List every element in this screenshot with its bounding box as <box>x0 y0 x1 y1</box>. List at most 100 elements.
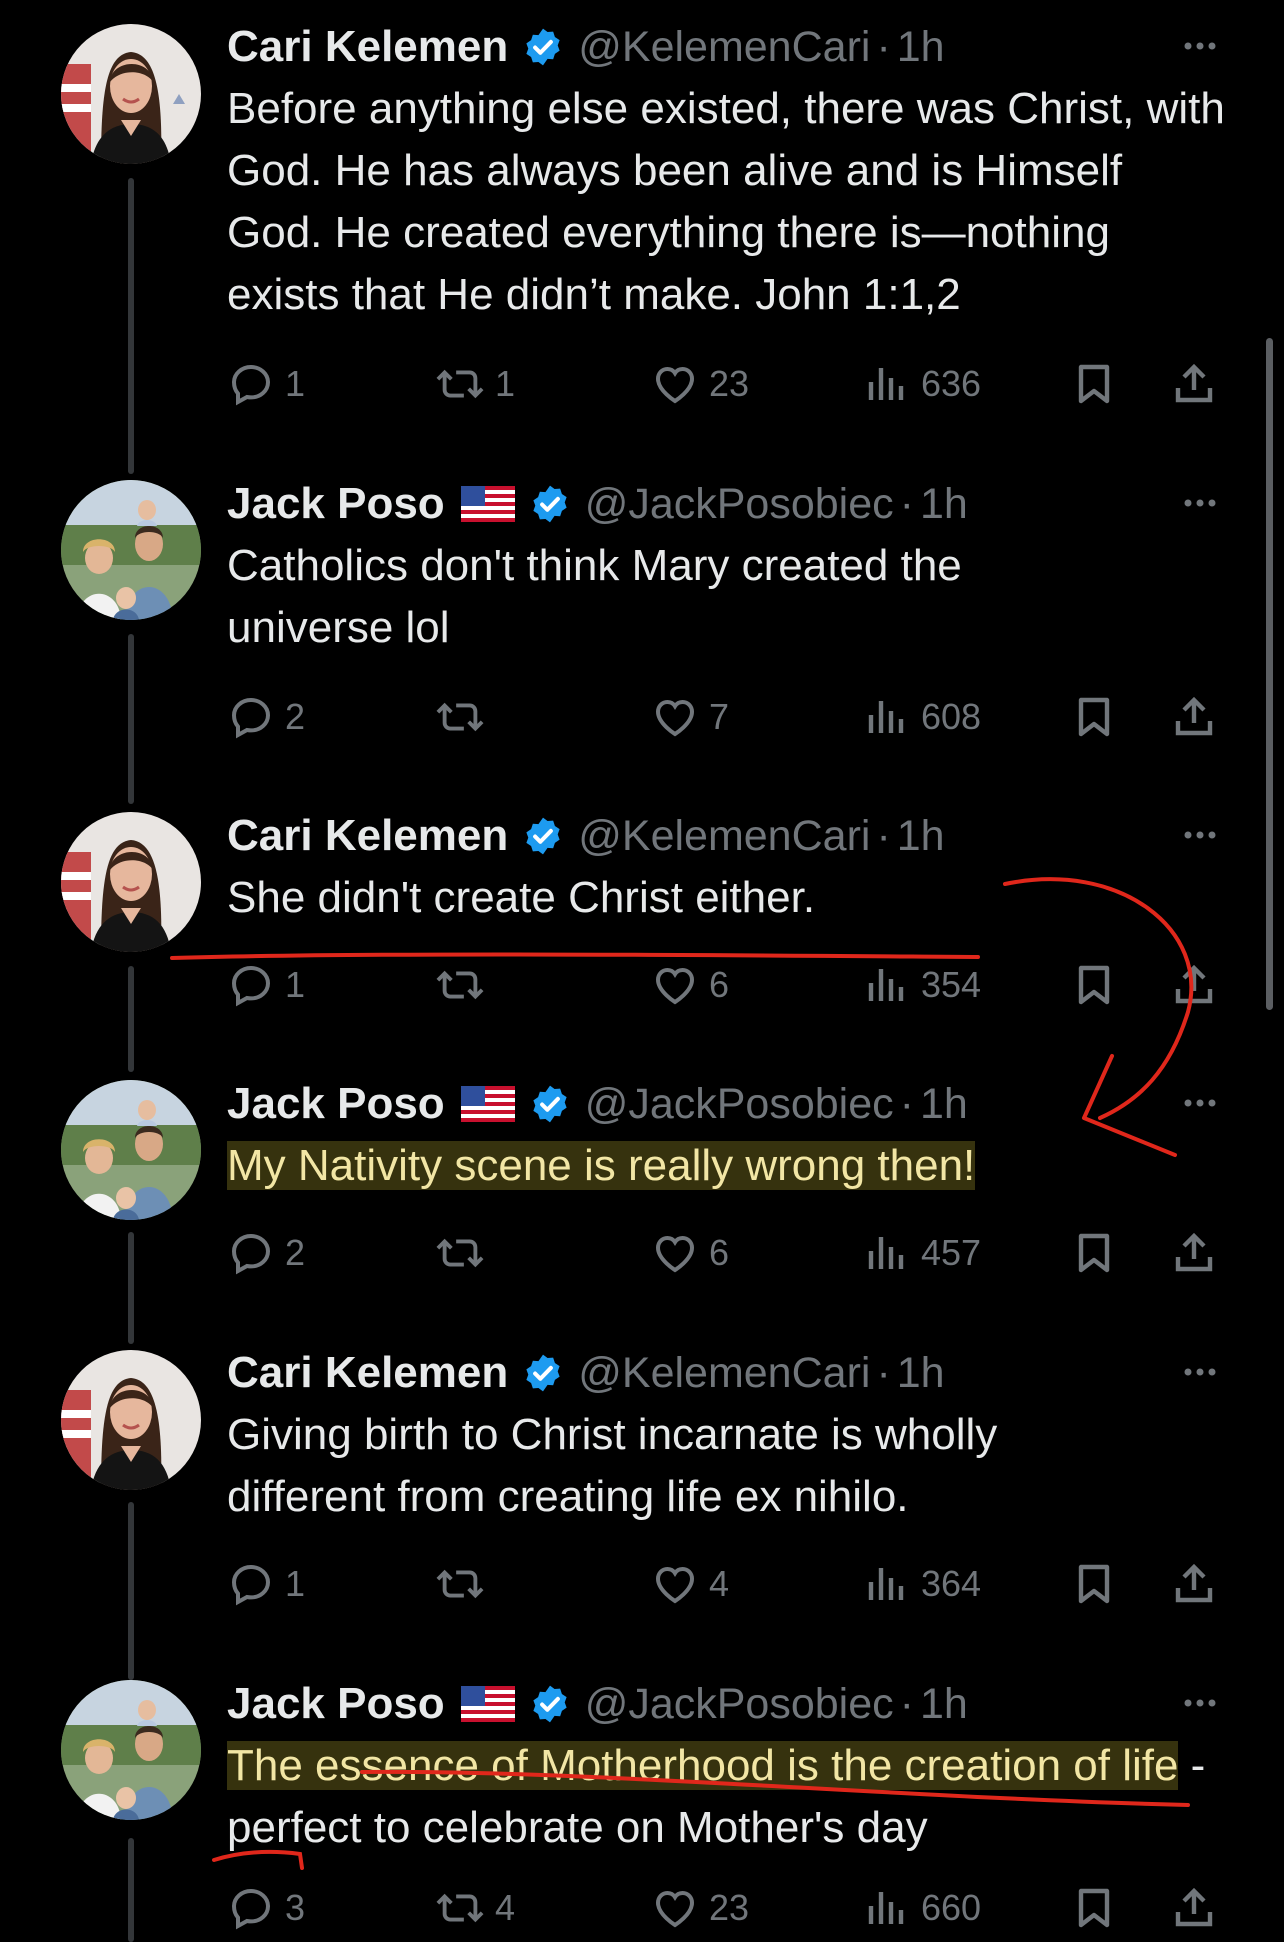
scrollbar[interactable] <box>1266 338 1273 1010</box>
thread-connector <box>128 966 134 1072</box>
share-button[interactable] <box>1170 1223 1218 1283</box>
views-button[interactable]: 636 <box>863 354 981 414</box>
like-count: 6 <box>709 1232 730 1273</box>
like-count: 6 <box>709 964 730 1005</box>
more-icon[interactable] <box>1180 1352 1220 1397</box>
reply-button[interactable]: 1 <box>227 955 305 1015</box>
bookmark-button[interactable] <box>1070 354 1118 414</box>
timestamp[interactable]: 1h <box>897 812 945 861</box>
like-button[interactable]: 6 <box>651 1223 729 1283</box>
reply-button[interactable]: 3 <box>227 1878 305 1938</box>
timestamp[interactable]: 1h <box>897 1349 945 1398</box>
repost-button[interactable] <box>435 1223 495 1283</box>
timestamp[interactable]: 1h <box>920 1680 968 1729</box>
timestamp[interactable]: 1h <box>920 1080 968 1129</box>
more-icon[interactable] <box>1180 815 1220 860</box>
bookmark-button[interactable] <box>1070 1223 1118 1283</box>
bookmark-button[interactable] <box>1070 1878 1118 1938</box>
views-button[interactable]: 457 <box>863 1223 981 1283</box>
more-icon[interactable] <box>1180 1683 1220 1728</box>
reply-count: 1 <box>285 1563 306 1604</box>
tweet-text: She didn't create Christ either. <box>227 873 816 922</box>
repost-button[interactable] <box>435 955 495 1015</box>
author-handle[interactable]: @JackPosobiec <box>585 480 894 529</box>
reply-count: 2 <box>285 1232 306 1273</box>
verified-badge-icon <box>529 1083 571 1125</box>
views-button[interactable]: 364 <box>863 1554 981 1614</box>
views-icon <box>868 1237 904 1269</box>
share-button[interactable] <box>1170 354 1218 414</box>
like-button[interactable]: 6 <box>651 955 729 1015</box>
share-button[interactable] <box>1170 1878 1218 1938</box>
avatar-cari[interactable] <box>61 812 201 952</box>
author-handle[interactable]: @JackPosobiec <box>585 1680 894 1729</box>
share-button[interactable] <box>1170 687 1218 747</box>
repost-button[interactable]: 4 <box>435 1878 515 1938</box>
author-name[interactable]: Jack Poso <box>227 479 445 529</box>
like-icon <box>655 1235 695 1273</box>
separator-dot: · <box>899 1679 914 1728</box>
repost-button[interactable] <box>435 687 495 747</box>
author-handle[interactable]: @JackPosobiec <box>585 1080 894 1129</box>
separator-dot: · <box>876 811 891 860</box>
reply-button[interactable]: 2 <box>227 1223 305 1283</box>
views-icon <box>868 1568 904 1600</box>
like-count: 23 <box>709 363 750 404</box>
bookmark-button[interactable] <box>1070 955 1118 1015</box>
reply-button[interactable]: 1 <box>227 354 305 414</box>
avatar-cari[interactable] <box>61 24 201 164</box>
author-name[interactable]: Cari Kelemen <box>227 22 508 72</box>
more-icon[interactable] <box>1180 26 1220 71</box>
like-button[interactable]: 7 <box>651 687 729 747</box>
timestamp[interactable]: 1h <box>920 480 968 529</box>
share-button[interactable] <box>1170 955 1218 1015</box>
reply-icon <box>231 1888 271 1930</box>
thread-connector <box>128 1232 134 1344</box>
repost-button[interactable] <box>435 1554 495 1614</box>
reply-button[interactable]: 2 <box>227 687 305 747</box>
author-handle[interactable]: @KelemenCari <box>578 23 870 72</box>
us-flag-icon <box>460 1686 515 1722</box>
like-button[interactable]: 23 <box>651 1878 749 1938</box>
like-button[interactable]: 23 <box>651 354 749 414</box>
more-icon[interactable] <box>1180 483 1220 528</box>
like-button[interactable]: 4 <box>651 1554 729 1614</box>
avatar-jack[interactable] <box>61 1080 201 1220</box>
author-handle[interactable]: @KelemenCari <box>578 1349 870 1398</box>
author-handle[interactable]: @KelemenCari <box>578 812 870 861</box>
bookmark-button[interactable] <box>1070 687 1118 747</box>
avatar-cari[interactable] <box>61 1350 201 1490</box>
reply-count: 1 <box>285 363 306 404</box>
more-icon[interactable] <box>1180 1083 1220 1128</box>
bookmark-icon <box>1078 1888 1110 1928</box>
bookmark-icon <box>1078 1233 1110 1273</box>
tweet-header: Jack Poso @JackPosobiec · 1h <box>227 1077 968 1131</box>
like-icon <box>655 967 695 1005</box>
author-name[interactable]: Jack Poso <box>227 1079 445 1129</box>
tweet-actions: 1 1 23 636 <box>227 354 1227 414</box>
views-button[interactable]: 354 <box>863 955 981 1015</box>
us-flag-icon <box>460 1086 515 1122</box>
tweet-text: My Nativity scene is really wrong then! <box>227 1135 1227 1197</box>
share-button[interactable] <box>1170 1554 1218 1614</box>
timestamp[interactable]: 1h <box>897 23 945 72</box>
bookmark-button[interactable] <box>1070 1554 1118 1614</box>
reply-button[interactable]: 1 <box>227 1554 305 1614</box>
author-name[interactable]: Jack Poso <box>227 1679 445 1729</box>
share-icon <box>1175 696 1213 736</box>
separator-dot: · <box>899 1079 914 1128</box>
tweet-actions: 2 7 608 <box>227 687 1227 747</box>
share-icon <box>1175 1563 1213 1603</box>
author-name[interactable]: Cari Kelemen <box>227 811 508 861</box>
thread-connector <box>128 178 134 474</box>
view-count: 364 <box>921 1563 982 1604</box>
avatar-jack[interactable] <box>61 480 201 620</box>
views-button[interactable]: 608 <box>863 687 981 747</box>
view-count: 457 <box>921 1232 982 1273</box>
repost-button[interactable]: 1 <box>435 354 515 414</box>
like-icon <box>655 1566 695 1604</box>
tweet-text: Catholics don't think Mary created the u… <box>227 541 962 652</box>
avatar-jack[interactable] <box>61 1680 201 1820</box>
author-name[interactable]: Cari Kelemen <box>227 1348 508 1398</box>
views-button[interactable]: 660 <box>863 1878 981 1938</box>
